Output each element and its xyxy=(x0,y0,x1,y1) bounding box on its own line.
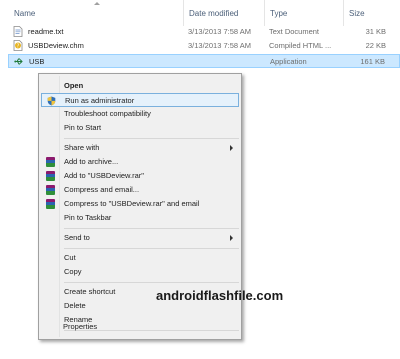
file-size: 161 KB xyxy=(360,57,385,66)
file-size: 22 KB xyxy=(365,41,386,50)
text-file-icon xyxy=(13,26,23,37)
winrar-icon xyxy=(46,171,55,181)
menu-item-label: Open xyxy=(64,81,84,90)
file-date: 3/13/2013 7:58 AM xyxy=(188,41,251,50)
uac-shield-icon xyxy=(47,96,56,106)
menu-item-label: Create shortcut xyxy=(64,287,116,296)
file-row-chm[interactable]: ? USBDeview.chm 3/13/2013 7:58 AM Compil… xyxy=(8,39,400,53)
usb-app-icon xyxy=(14,56,24,67)
file-row-usbdeview-exe[interactable]: USB Application 161 KB xyxy=(8,54,400,68)
menu-item-open[interactable]: Open xyxy=(41,79,239,93)
menu-item-label: Troubleshoot compatibility xyxy=(64,109,151,118)
menu-item-add-to-rar[interactable]: Add to "USBDeview.rar" xyxy=(41,169,239,183)
watermark-text: androidflashfile.com xyxy=(156,288,284,303)
menu-item-label: Add to archive... xyxy=(64,157,119,166)
menu-item-troubleshoot-compatibility[interactable]: Troubleshoot compatibility xyxy=(41,107,239,121)
menu-separator xyxy=(64,248,239,249)
menu-item-label: Send to xyxy=(64,233,90,242)
winrar-icon xyxy=(46,157,55,167)
file-row-readme[interactable]: readme.txt 3/13/2013 7:58 AM Text Docume… xyxy=(8,25,400,39)
file-type: Text Document xyxy=(269,27,320,36)
file-name: USB xyxy=(29,57,45,66)
menu-item-add-to-archive[interactable]: Add to archive... xyxy=(41,155,239,169)
menu-item-label: Compress to "USBDeview.rar" and email xyxy=(64,199,200,208)
column-header: Name Date modified Type Size xyxy=(0,0,400,26)
menu-item-compress-and-email[interactable]: Compress and email... xyxy=(41,183,239,197)
svg-text:?: ? xyxy=(17,44,20,50)
menu-item-label: Compress and email... xyxy=(64,185,140,194)
menu-item-run-as-administrator[interactable]: Run as administrator xyxy=(41,93,239,107)
menu-item-pin-to-taskbar[interactable]: Pin to Taskbar xyxy=(41,211,239,225)
file-type: Compiled HTML ... xyxy=(269,41,332,50)
menu-item-label: Copy xyxy=(64,267,82,276)
submenu-arrow-icon xyxy=(230,235,233,241)
menu-item-label: Cut xyxy=(64,253,76,262)
menu-item-compress-to-rar-and-email[interactable]: Compress to "USBDeview.rar" and email xyxy=(41,197,239,211)
menu-item-copy[interactable]: Copy xyxy=(41,265,239,279)
menu-separator xyxy=(64,282,239,283)
menu-item-cut[interactable]: Cut xyxy=(41,251,239,265)
menu-item-label: Delete xyxy=(64,301,86,310)
column-divider[interactable] xyxy=(343,0,344,26)
help-file-icon: ? xyxy=(13,40,23,51)
menu-item-label: Properties xyxy=(63,322,98,331)
column-date-header[interactable]: Date modified xyxy=(189,9,238,18)
column-size-header[interactable]: Size xyxy=(349,9,365,18)
menu-separator xyxy=(64,138,239,139)
menu-item-label: Run as administrator xyxy=(65,96,135,105)
file-type: Application xyxy=(270,57,307,66)
menu-item-label: Pin to Taskbar xyxy=(64,213,112,222)
menu-item-label: Share with xyxy=(64,143,100,152)
menu-item-properties[interactable]: Properties xyxy=(40,320,238,334)
menu-item-label: Add to "USBDeview.rar" xyxy=(64,171,144,180)
column-name-header[interactable]: Name xyxy=(14,9,35,18)
menu-item-send-to[interactable]: Send to xyxy=(41,231,239,245)
file-date: 3/13/2013 7:58 AM xyxy=(188,27,251,36)
menu-item-label: Pin to Start xyxy=(64,123,102,132)
file-name: USBDeview.chm xyxy=(28,41,84,50)
submenu-arrow-icon xyxy=(230,145,233,151)
column-divider[interactable] xyxy=(183,0,184,26)
winrar-icon xyxy=(46,199,55,209)
file-name: readme.txt xyxy=(28,27,64,36)
column-type-header[interactable]: Type xyxy=(270,9,287,18)
sort-ascending-icon[interactable] xyxy=(94,2,100,5)
menu-item-share-with[interactable]: Share with xyxy=(41,141,239,155)
menu-item-pin-to-start[interactable]: Pin to Start xyxy=(41,121,239,135)
menu-separator xyxy=(64,228,239,229)
winrar-icon xyxy=(46,185,55,195)
column-divider[interactable] xyxy=(264,0,265,26)
file-size: 31 KB xyxy=(365,27,386,36)
